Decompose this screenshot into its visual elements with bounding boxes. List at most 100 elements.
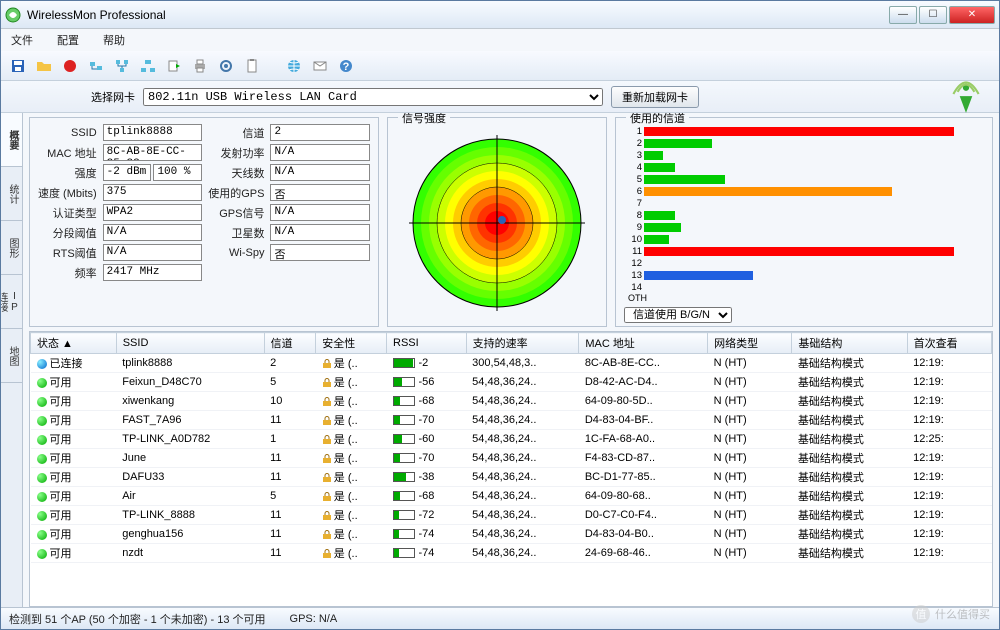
val-gps: 否	[270, 184, 370, 201]
val-mac: 8C-AB-8E-CC-85-88	[103, 144, 203, 161]
lb-gps: 使用的GPS	[208, 185, 264, 201]
table-row[interactable]: 可用Air5是 (..-6854,48,36,24..64-09-80-68..…	[31, 487, 992, 506]
val-freq: 2417 MHz	[103, 264, 203, 281]
col-7[interactable]: 网络类型	[708, 333, 792, 354]
close-button[interactable]: ✕	[949, 6, 995, 24]
lb-ssid: SSID	[38, 127, 97, 139]
menu-config[interactable]: 配置	[53, 30, 83, 50]
menubar: 文件 配置 帮助	[1, 29, 999, 51]
chan-bar-8: 8	[624, 210, 984, 221]
col-4[interactable]: RSSI	[387, 333, 467, 354]
channel-chart: 1234567891011121314	[624, 124, 984, 293]
maximize-button[interactable]: ☐	[919, 6, 947, 24]
lb-mac: MAC 地址	[38, 145, 97, 161]
val-frag: N/A	[103, 224, 203, 241]
folder-icon[interactable]	[33, 55, 55, 77]
save-icon[interactable]	[7, 55, 29, 77]
val-str-pct: 100 %	[153, 164, 202, 181]
channel-panel: 使用的信道 1234567891011121314 OTH 信道使用 B/G/N	[615, 117, 993, 327]
chan-bar-3: 3	[624, 150, 984, 161]
col-6[interactable]: MAC 地址	[579, 333, 708, 354]
net3-icon[interactable]	[137, 55, 159, 77]
nic-select[interactable]: 802.11n USB Wireless LAN Card	[143, 88, 603, 106]
settings-icon[interactable]	[215, 55, 237, 77]
chan-bar-4: 4	[624, 162, 984, 173]
lb-rts: RTS阈值	[38, 245, 97, 261]
chan-bar-1: 1	[624, 126, 984, 137]
chan-bar-12: 12	[624, 258, 984, 269]
titlebar: WirelessMon Professional — ☐ ✕	[1, 1, 999, 29]
help-icon[interactable]: ?	[335, 55, 357, 77]
col-2[interactable]: 信道	[264, 333, 316, 354]
val-ssid: tplink8888	[103, 124, 203, 141]
val-str-dbm: -2 dBm	[103, 164, 152, 181]
channel-select[interactable]: 信道使用 B/G/N	[624, 307, 732, 323]
val-rts: N/A	[103, 244, 203, 261]
table-row[interactable]: 可用June11是 (..-7054,48,36,24..F4-83-CD-87…	[31, 449, 992, 468]
table-row[interactable]: 已连接tplink88882是 (..-2300,54,48,3..8C-AB-…	[31, 354, 992, 373]
chan-bar-14: 14	[624, 282, 984, 293]
lb-chan: 信道	[208, 125, 264, 141]
chan-bar-2: 2	[624, 138, 984, 149]
tab-map[interactable]: 地图	[1, 329, 22, 383]
net1-icon[interactable]	[85, 55, 107, 77]
col-0[interactable]: 状态 ▲	[31, 333, 117, 354]
table-row[interactable]: 可用TP-LINK_888811是 (..-7254,48,36,24..D0-…	[31, 506, 992, 525]
chan-bar-5: 5	[624, 174, 984, 185]
nic-row: 选择网卡 802.11n USB Wireless LAN Card 重新加载网…	[1, 81, 999, 113]
export-icon[interactable]	[163, 55, 185, 77]
antenna-icon	[945, 73, 987, 115]
tab-stats[interactable]: 统计	[1, 167, 22, 221]
menu-file[interactable]: 文件	[7, 30, 37, 50]
lb-sats: 卫星数	[208, 225, 264, 241]
app-icon	[5, 7, 21, 23]
tab-summary[interactable]: 概要	[1, 113, 22, 167]
lb-speed: 速度 (Mbits)	[38, 185, 97, 201]
side-tabs: 概要 统计 图形 IP 连接 地图	[1, 113, 23, 607]
minimize-button[interactable]: —	[889, 6, 917, 24]
net2-icon[interactable]	[111, 55, 133, 77]
chan-bar-7: 7	[624, 198, 984, 209]
lb-freq: 频率	[38, 265, 97, 281]
table-row[interactable]: 可用Feixun_D48C705是 (..-5654,48,36,24..D8-…	[31, 373, 992, 392]
table-row[interactable]: 可用DAFU3311是 (..-3854,48,36,24..BC-D1-77-…	[31, 468, 992, 487]
table-row[interactable]: 可用xiwenkang10是 (..-6854,48,36,24..64-09-…	[31, 392, 992, 411]
chan-bar-13: 13	[624, 270, 984, 281]
val-gpssig: N/A	[270, 204, 370, 221]
window-title: WirelessMon Professional	[27, 8, 889, 22]
lb-str: 强度	[38, 165, 97, 181]
toolbar: ?	[1, 51, 999, 81]
col-1[interactable]: SSID	[116, 333, 264, 354]
table-row[interactable]: 可用genghua15611是 (..-7454,48,36,24..D4-83…	[31, 525, 992, 544]
val-txpwr: N/A	[270, 144, 370, 161]
val-wispy: 否	[270, 244, 370, 261]
val-sats: N/A	[270, 224, 370, 241]
col-8[interactable]: 基础结构	[792, 333, 907, 354]
lb-gpssig: GPS信号	[208, 205, 264, 221]
ap-table[interactable]: 状态 ▲SSID信道安全性RSSI支持的速率MAC 地址网络类型基础结构首次查看…	[29, 331, 993, 607]
lb-auth: 认证类型	[38, 205, 97, 221]
globe-icon[interactable]	[283, 55, 305, 77]
clipboard-icon[interactable]	[241, 55, 263, 77]
menu-help[interactable]: 帮助	[99, 30, 129, 50]
val-speed: 375	[103, 184, 203, 201]
val-auth: WPA2	[103, 204, 203, 221]
chan-bar-9: 9	[624, 222, 984, 233]
table-row[interactable]: 可用nzdt11是 (..-7454,48,36,24..24-69-68-46…	[31, 544, 992, 563]
signal-radar-icon	[407, 133, 587, 313]
chan-bar-6: 6	[624, 186, 984, 197]
record-icon[interactable]	[59, 55, 81, 77]
col-3[interactable]: 安全性	[316, 333, 387, 354]
col-9[interactable]: 首次查看	[907, 333, 991, 354]
tab-graph[interactable]: 图形	[1, 221, 22, 275]
statusbar: 检测到 51 个AP (50 个加密 - 1 个未加密) - 13 个可用 GP…	[1, 607, 999, 629]
print-icon[interactable]	[189, 55, 211, 77]
tab-ipconn[interactable]: IP 连接	[1, 275, 22, 329]
table-row[interactable]: 可用TP-LINK_A0D7821是 (..-6054,48,36,24..1C…	[31, 430, 992, 449]
table-row[interactable]: 可用FAST_7A9611是 (..-7054,48,36,24..D4-83-…	[31, 411, 992, 430]
reload-nic-button[interactable]: 重新加载网卡	[611, 86, 699, 108]
val-ant: N/A	[270, 164, 370, 181]
col-5[interactable]: 支持的速率	[466, 333, 579, 354]
val-chan: 2	[270, 124, 370, 141]
mail-icon[interactable]	[309, 55, 331, 77]
